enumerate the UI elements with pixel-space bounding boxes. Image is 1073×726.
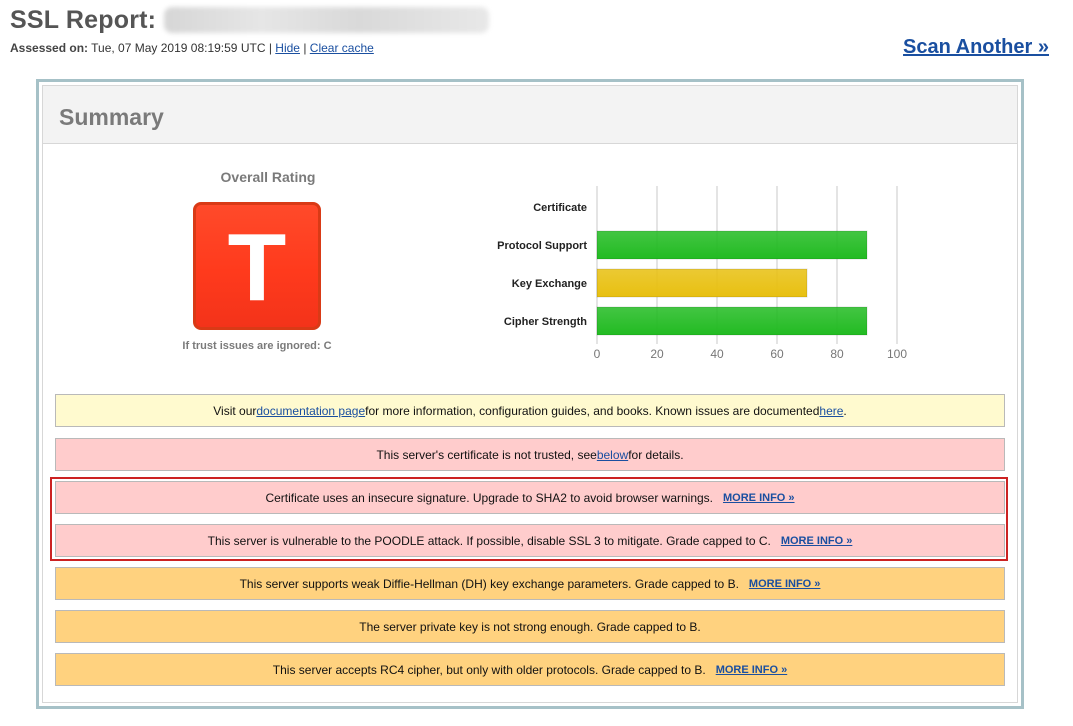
assessed-value: Tue, 07 May 2019 08:19:59 UTC [91,41,266,55]
cert-notice-pre: This server's certificate is not trusted… [376,447,597,462]
sha2-notice-text: Certificate uses an insecure signature. … [265,490,714,505]
chart-x-tick-label: 0 [594,347,601,361]
summary-header: Summary [42,85,1018,144]
assessed-line: Assessed on: Tue, 07 May 2019 08:19:59 U… [10,41,374,55]
summary-title: Summary [59,104,164,130]
scan-another-link[interactable]: Scan Another » [903,36,1049,59]
sha2-notice: Certificate uses an insecure signature. … [55,481,1005,514]
chart-x-tick-label: 20 [650,347,664,361]
chart-category-label: Key Exchange [512,278,587,290]
private-key-notice-text: The server private key is not strong eno… [359,619,701,634]
chart-x-tick-label: 60 [770,347,784,361]
certificate-untrusted-notice: This server's certificate is not trusted… [55,438,1005,471]
doc-notice-pre: Visit our [213,403,257,418]
poodle-more-info-link[interactable]: MORE INFO » [781,535,853,547]
redacted-hostname [164,7,490,33]
doc-notice-post: . [843,403,847,418]
clear-cache-link[interactable]: Clear cache [310,41,374,55]
grade-letter: T [227,214,287,321]
private-key-notice: The server private key is not strong eno… [55,610,1005,643]
documentation-page-link[interactable]: documentation page [256,404,365,418]
sha2-more-info-link[interactable]: MORE INFO » [723,492,795,504]
chart-bar [596,268,808,298]
overall-rating-label: Overall Rating [220,169,316,185]
rating-chart: 0 20 40 60 80 100 Certificate Protocol Support K… [459,182,929,362]
trust-note: If trust issues are ignored: C [182,340,332,352]
separator: | [303,41,307,55]
rc4-notice-text: This server accepts RC4 cipher, but only… [272,662,706,677]
chart-category-label: Protocol Support [497,240,587,252]
documentation-notice: Visit our documentation page for more in… [55,394,1005,427]
dh-more-info-link[interactable]: MORE INFO » [749,578,821,590]
chart-bar [596,306,868,336]
chart-x-tick-label: 100 [887,347,907,361]
chart-category-label: Certificate [533,202,587,214]
cert-notice-post: for details. [628,447,684,462]
rc4-more-info-link[interactable]: MORE INFO » [716,664,788,676]
chart-x-tick-label: 40 [710,347,724,361]
chart-bar [596,230,868,260]
hide-link[interactable]: Hide [275,41,300,55]
chart-x-tick-label: 80 [830,347,844,361]
page-title: SSL Report: [10,5,157,34]
report-title-row: SSL Report: [10,3,490,37]
known-issues-link[interactable]: here [819,404,843,418]
doc-notice-mid: for more information, configuration guid… [365,403,820,418]
poodle-notice-text: This server is vulnerable to the POODLE … [207,533,771,548]
below-link[interactable]: below [597,448,628,462]
summary-panel: Summary Overall Rating T If trust issues… [36,79,1024,709]
dh-notice-text: This server supports weak Diffie-Hellman… [239,576,739,591]
rating-chart-svg: 0 20 40 60 80 100 Certificate Protocol Support K… [497,186,907,361]
chart-category-label: Cipher Strength [504,316,587,328]
separator: | [268,41,272,55]
dh-notice: This server supports weak Diffie-Hellman… [55,567,1005,600]
assessed-label: Assessed on: [10,41,89,55]
poodle-notice: This server is vulnerable to the POODLE … [55,524,1005,557]
grade-badge: T [193,202,321,330]
rc4-notice: This server accepts RC4 cipher, but only… [55,653,1005,686]
